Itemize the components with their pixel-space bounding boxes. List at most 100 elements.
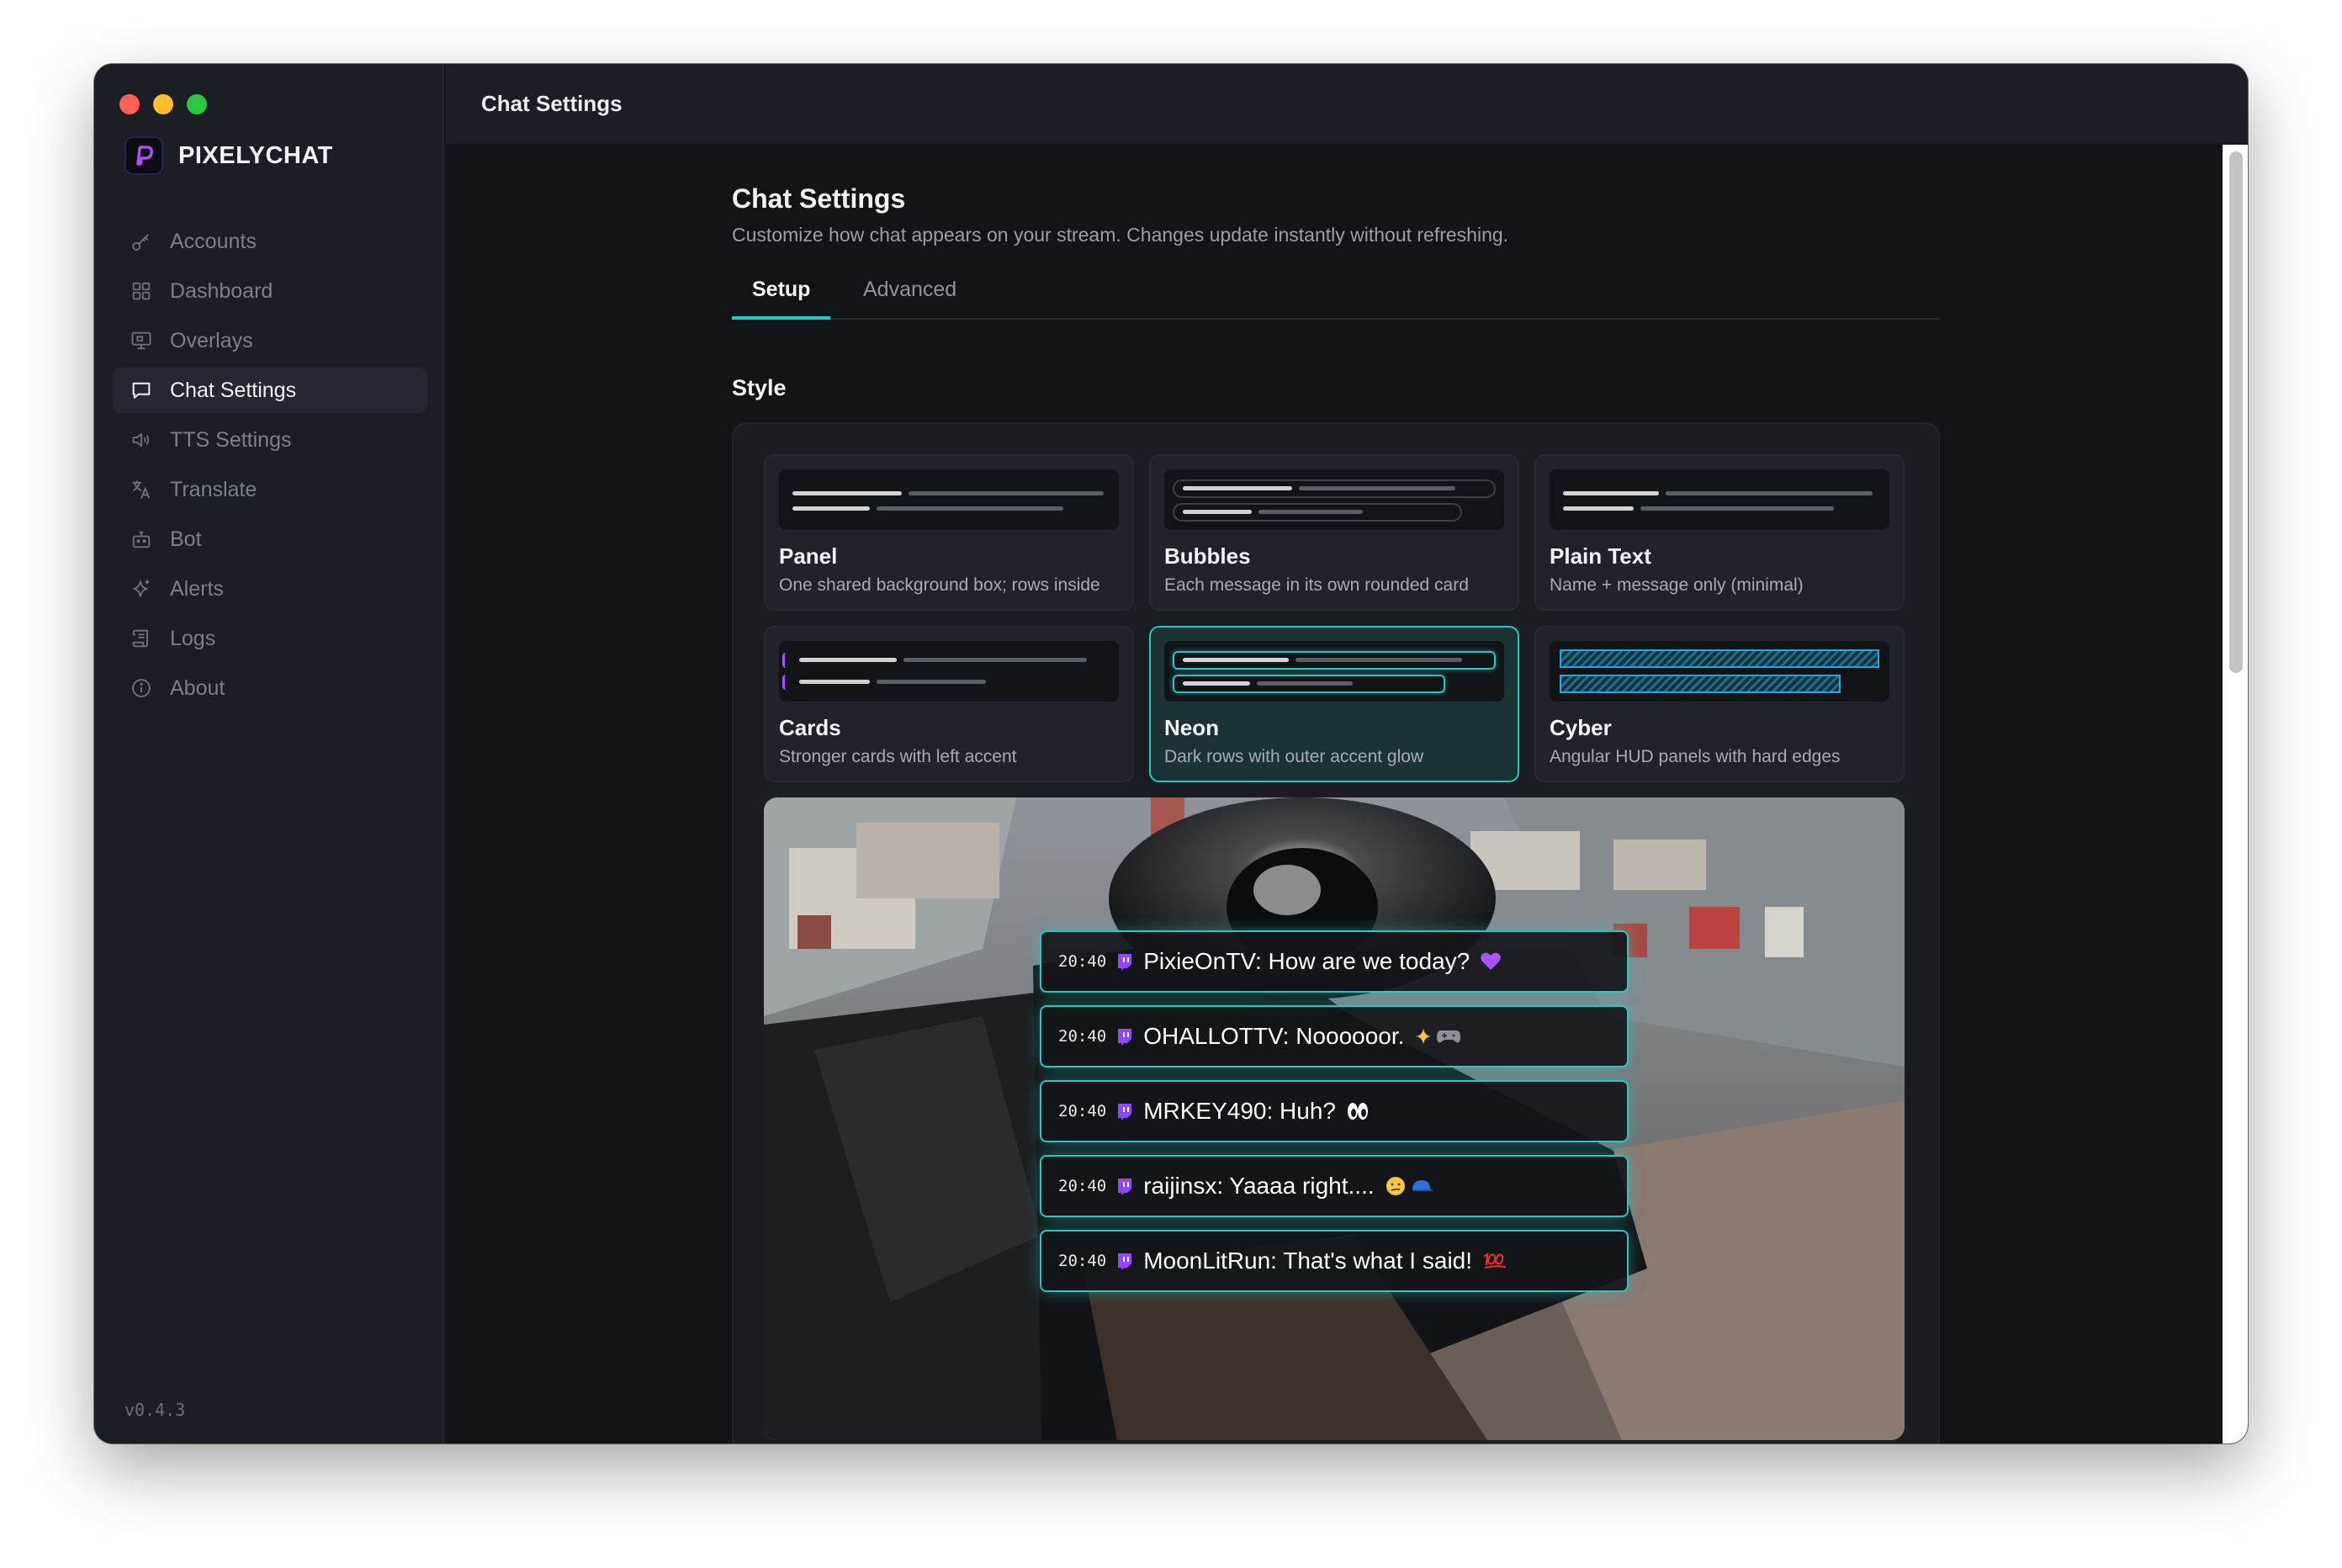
info-icon bbox=[132, 679, 151, 697]
translate-icon bbox=[132, 480, 151, 499]
maximize-window-button[interactable] bbox=[187, 94, 207, 114]
style-card-cards[interactable]: Cards Stronger cards with left accent bbox=[764, 626, 1134, 782]
window-controls bbox=[119, 94, 207, 114]
chat-message: 20:40 OHALLOTTV: Noooooor. bbox=[1040, 1005, 1629, 1067]
message-text: raijinsx: Yaaaa right.... bbox=[1143, 1173, 1375, 1199]
page-subtitle: Customize how chat appears on your strea… bbox=[732, 224, 1509, 246]
sidebar-item-label: About bbox=[170, 675, 225, 700]
style-card-desc: One shared background box; rows inside bbox=[779, 575, 1100, 595]
style-card-name: Plain Text bbox=[1550, 543, 1651, 569]
message-timestamp: 20:40 bbox=[1058, 952, 1107, 971]
close-window-button[interactable] bbox=[119, 94, 140, 114]
style-card-desc: Name + message only (minimal) bbox=[1550, 575, 1804, 595]
style-card-panel[interactable]: Panel One shared background box; rows in… bbox=[764, 454, 1134, 611]
speaker-icon bbox=[132, 433, 150, 447]
page-title: Chat Settings bbox=[732, 183, 906, 214]
sidebar-item-dashboard[interactable]: Dashboard bbox=[113, 268, 427, 314]
robot-icon bbox=[132, 531, 151, 548]
style-card-name: Bubbles bbox=[1164, 543, 1251, 569]
sidebar-item-about[interactable]: About bbox=[113, 665, 427, 711]
sidebar-item-label: Logs bbox=[170, 626, 216, 650]
twitch-icon bbox=[1118, 954, 1132, 971]
message-timestamp: 20:40 bbox=[1058, 1027, 1107, 1046]
message-text: MRKEY490: Huh? bbox=[1143, 1098, 1336, 1124]
purple-heart-icon bbox=[1480, 951, 1502, 972]
style-preview-plain-text bbox=[1550, 469, 1889, 530]
message-text: OHALLOTTV: Noooooor. bbox=[1143, 1023, 1405, 1049]
style-card-plain-text[interactable]: Plain Text Name + message only (minimal) bbox=[1534, 454, 1905, 611]
sparkle-icon bbox=[133, 580, 150, 597]
scroll-icon bbox=[132, 629, 148, 648]
eyes-icon bbox=[1346, 1101, 1370, 1121]
style-card-desc: Stronger cards with left accent bbox=[779, 747, 1017, 766]
pixelychat-logo-icon bbox=[125, 136, 163, 175]
tab-advanced[interactable]: Advanced bbox=[843, 271, 977, 320]
sidebar-item-label: TTS Settings bbox=[170, 427, 292, 452]
main-content: Chat Settings Customize how chat appears… bbox=[446, 145, 2248, 1444]
style-card-name: Neon bbox=[1164, 715, 1219, 740]
brand-name: PIXELYCHAT bbox=[178, 141, 333, 169]
chat-preview-area: 20:40 PixieOnTV: How are we today? 20:40… bbox=[764, 797, 1905, 1440]
sidebar-item-overlays[interactable]: Overlays bbox=[113, 318, 427, 363]
sidebar-item-accounts[interactable]: Accounts bbox=[113, 219, 427, 264]
topbar-title: Chat Settings bbox=[481, 90, 623, 116]
app-window: PIXELYCHAT Accounts Dashboard Overlays C… bbox=[94, 64, 2248, 1444]
sidebar-item-label: Chat Settings bbox=[170, 378, 297, 402]
style-picker-panel: Panel One shared background box; rows in… bbox=[732, 422, 1940, 1444]
style-preview-bubbles bbox=[1164, 469, 1504, 530]
message-timestamp: 20:40 bbox=[1058, 1177, 1107, 1195]
hundred-points-icon bbox=[1482, 1251, 1507, 1271]
twitch-icon bbox=[1118, 1029, 1132, 1046]
sidebar-nav: Accounts Dashboard Overlays Chat Setting… bbox=[113, 219, 427, 715]
brand: PIXELYCHAT bbox=[125, 136, 333, 175]
sidebar-item-label: Accounts bbox=[170, 229, 257, 253]
style-section-title: Style bbox=[732, 375, 787, 400]
style-card-neon[interactable]: Neon Dark rows with outer accent glow bbox=[1149, 626, 1519, 782]
chat-bubble-icon bbox=[132, 382, 151, 399]
style-card-bubbles[interactable]: Bubbles Each message in its own rounded … bbox=[1149, 454, 1519, 611]
style-card-desc: Angular HUD panels with hard edges bbox=[1550, 747, 1841, 766]
style-card-name: Panel bbox=[779, 543, 838, 569]
sparkles-gamepad-icon bbox=[1414, 1026, 1461, 1046]
app-version: v0.4.3 bbox=[125, 1400, 186, 1420]
monitor-icon bbox=[131, 331, 151, 350]
sidebar-item-label: Dashboard bbox=[170, 278, 273, 303]
sidebar-item-label: Alerts bbox=[170, 576, 224, 601]
minimize-window-button[interactable] bbox=[153, 94, 173, 114]
grid-icon bbox=[132, 282, 151, 300]
smirk-cap-icon bbox=[1385, 1175, 1433, 1197]
chat-message: 20:40 MRKEY490: Huh? bbox=[1040, 1080, 1629, 1142]
sidebar-item-bot[interactable]: Bot bbox=[113, 516, 427, 562]
message-timestamp: 20:40 bbox=[1058, 1102, 1107, 1120]
style-card-desc: Dark rows with outer accent glow bbox=[1164, 747, 1424, 766]
topbar: Chat Settings bbox=[446, 64, 2248, 145]
chat-message-list: 20:40 PixieOnTV: How are we today? 20:40… bbox=[1040, 930, 1629, 1305]
sidebar-item-label: Overlays bbox=[170, 328, 253, 352]
twitch-icon bbox=[1118, 1179, 1132, 1195]
style-card-name: Cards bbox=[779, 715, 841, 740]
scrollbar-thumb[interactable] bbox=[2229, 151, 2243, 673]
style-card-cyber[interactable]: Cyber Angular HUD panels with hard edges bbox=[1534, 626, 1905, 782]
sidebar-item-alerts[interactable]: Alerts bbox=[113, 566, 427, 612]
style-card-name: Cyber bbox=[1550, 715, 1612, 740]
message-text: PixieOnTV: How are we today? bbox=[1143, 948, 1470, 974]
sidebar-item-label: Bot bbox=[170, 527, 202, 551]
sidebar-item-tts-settings[interactable]: TTS Settings bbox=[113, 417, 427, 463]
chat-message: 20:40 MoonLitRun: That's what I said! bbox=[1040, 1230, 1629, 1292]
scrollbar-track[interactable] bbox=[2223, 145, 2248, 1444]
sidebar-item-chat-settings[interactable]: Chat Settings bbox=[113, 368, 427, 413]
sidebar-item-logs[interactable]: Logs bbox=[113, 616, 427, 661]
style-preview-neon bbox=[1164, 641, 1504, 702]
style-card-desc: Each message in its own rounded card bbox=[1164, 575, 1469, 595]
tab-bar: Setup Advanced bbox=[732, 271, 1940, 320]
chat-message: 20:40 raijinsx: Yaaaa right.... bbox=[1040, 1155, 1629, 1217]
tab-setup[interactable]: Setup bbox=[732, 271, 831, 320]
style-preview-cyber bbox=[1550, 641, 1889, 702]
twitch-icon bbox=[1118, 1104, 1132, 1120]
message-timestamp: 20:40 bbox=[1058, 1252, 1107, 1270]
sidebar-item-translate[interactable]: Translate bbox=[113, 467, 427, 512]
sidebar: PIXELYCHAT Accounts Dashboard Overlays C… bbox=[94, 64, 444, 1444]
chat-message: 20:40 PixieOnTV: How are we today? bbox=[1040, 930, 1629, 993]
key-icon bbox=[132, 234, 149, 251]
twitch-icon bbox=[1118, 1253, 1132, 1270]
